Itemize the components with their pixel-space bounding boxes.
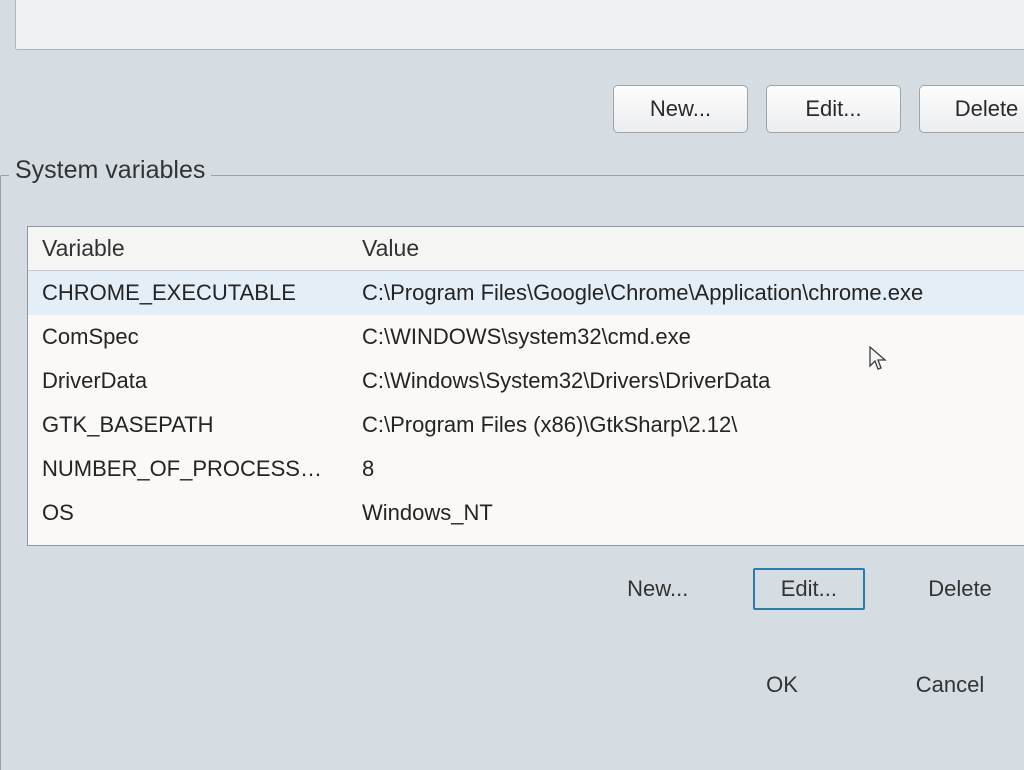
- user-vars-button-row: New... Edit... Delete: [613, 85, 1024, 133]
- cell-variable: ComSpec: [28, 315, 348, 359]
- table-row[interactable]: ComSpecC:\WINDOWS\system32\cmd.exe: [28, 315, 1024, 359]
- cell-value: C:\Users\Janani Vetri\AppData\Local\Pub\…: [348, 536, 1024, 545]
- user-edit-button[interactable]: Edit...: [766, 85, 901, 133]
- system-new-button[interactable]: New...: [603, 568, 713, 610]
- system-edit-button[interactable]: Edit...: [753, 568, 865, 610]
- table-row[interactable]: GTK_BASEPATHC:\Program Files (x86)\GtkSh…: [28, 403, 1024, 447]
- column-header-variable[interactable]: Variable: [28, 227, 348, 271]
- dialog-button-row: OK Cancel: [727, 664, 1005, 706]
- groupbox-title: System variables: [9, 156, 211, 185]
- ok-button[interactable]: OK: [727, 664, 837, 706]
- cell-value: 8: [348, 447, 1024, 491]
- user-variables-panel-fragment: [15, 0, 1024, 50]
- user-new-button[interactable]: New...: [613, 85, 748, 133]
- system-variables-groupbox: System variables Variable Value CHROME_E…: [0, 175, 1024, 770]
- cell-value: C:\WINDOWS\system32\cmd.exe: [348, 315, 1024, 359]
- cell-variable: CHROME_EXECUTABLE: [28, 271, 348, 316]
- system-delete-button[interactable]: Delete: [905, 568, 1015, 610]
- cell-variable: GTK_BASEPATH: [28, 403, 348, 447]
- cell-value: C:\Windows\System32\Drivers\DriverData: [348, 359, 1024, 403]
- cell-value: C:\Program Files\Google\Chrome\Applicati…: [348, 271, 1024, 316]
- table-row[interactable]: CHROME_EXECUTABLEC:\Program Files\Google…: [28, 271, 1024, 316]
- table-row[interactable]: DriverDataC:\Windows\System32\Drivers\Dr…: [28, 359, 1024, 403]
- table-row[interactable]: OSWindows_NT: [28, 491, 1024, 535]
- column-header-value[interactable]: Value: [348, 227, 1024, 271]
- cell-variable: path: [28, 536, 348, 545]
- system-vars-button-row: New... Edit... Delete: [603, 568, 1015, 610]
- table-row[interactable]: NUMBER_OF_PROCESSORS8: [28, 447, 1024, 491]
- cell-value: Windows_NT: [348, 491, 1024, 535]
- user-delete-button[interactable]: Delete: [919, 85, 1024, 133]
- cell-variable: DriverData: [28, 359, 348, 403]
- cell-variable: NUMBER_OF_PROCESSORS: [28, 447, 348, 491]
- table-row[interactable]: pathC:\Users\Janani Vetri\AppData\Local\…: [28, 536, 1024, 545]
- cell-value: C:\Program Files (x86)\GtkSharp\2.12\: [348, 403, 1024, 447]
- cancel-button[interactable]: Cancel: [895, 664, 1005, 706]
- system-variables-listview[interactable]: Variable Value CHROME_EXECUTABLEC:\Progr…: [27, 226, 1024, 546]
- cell-variable: OS: [28, 491, 348, 535]
